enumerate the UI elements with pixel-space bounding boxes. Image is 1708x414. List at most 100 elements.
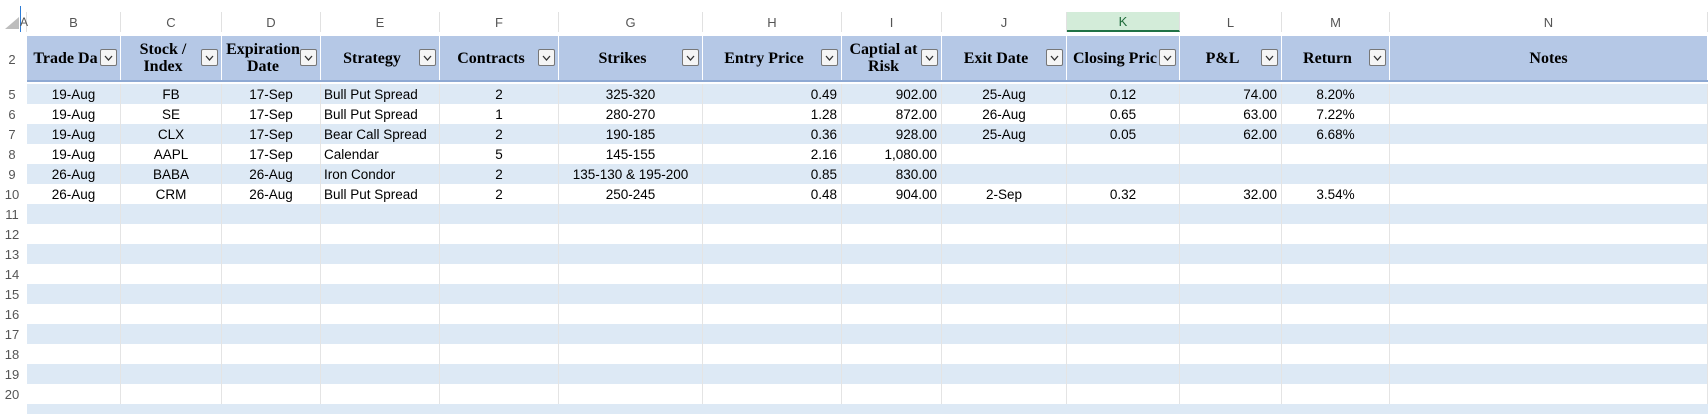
cell[interactable] (321, 384, 440, 404)
cell[interactable]: 19-Aug (27, 124, 121, 144)
cell[interactable] (703, 204, 842, 224)
cell[interactable] (1067, 164, 1180, 184)
cell[interactable] (1180, 344, 1282, 364)
cell[interactable] (440, 384, 559, 404)
cell[interactable] (440, 324, 559, 344)
cell[interactable]: 902.00 (842, 84, 942, 104)
cell[interactable]: 0.32 (1067, 184, 1180, 204)
cell[interactable] (1390, 164, 1708, 184)
cell[interactable]: AAPL (121, 144, 222, 164)
cell[interactable] (321, 324, 440, 344)
cell[interactable]: 63.00 (1180, 104, 1282, 124)
cell[interactable] (559, 364, 703, 384)
cell[interactable]: 25-Aug (942, 124, 1067, 144)
cell[interactable]: 280-270 (559, 104, 703, 124)
dropdown-filter-icon[interactable] (201, 49, 218, 66)
cell[interactable] (321, 364, 440, 384)
column-header-b[interactable]: B (27, 12, 121, 32)
cell[interactable]: SE (121, 104, 222, 124)
cell[interactable] (703, 284, 842, 304)
cell[interactable] (440, 224, 559, 244)
cell[interactable]: 928.00 (842, 124, 942, 144)
cell[interactable] (1390, 144, 1708, 164)
cell[interactable]: 250-245 (559, 184, 703, 204)
cell[interactable]: 190-185 (559, 124, 703, 144)
column-header-f[interactable]: F (440, 12, 559, 32)
header-cell-9[interactable]: Exit Date (942, 36, 1067, 80)
cell[interactable] (321, 204, 440, 224)
column-header-i[interactable]: I (842, 12, 942, 32)
column-header-m[interactable]: M (1282, 12, 1390, 32)
cell[interactable] (1180, 144, 1282, 164)
cell[interactable] (1180, 324, 1282, 344)
cell[interactable] (1390, 284, 1708, 304)
cell[interactable] (121, 224, 222, 244)
header-cell-6[interactable]: Strikes (559, 36, 703, 80)
cell[interactable]: 2 (440, 164, 559, 184)
cell[interactable]: Bull Put Spread (321, 84, 440, 104)
cell[interactable] (942, 164, 1067, 184)
cell[interactable]: 8.20% (1282, 84, 1390, 104)
row-number[interactable]: 19 (0, 364, 24, 384)
cell[interactable] (842, 284, 942, 304)
cell[interactable] (222, 244, 321, 264)
cell[interactable] (703, 224, 842, 244)
cell[interactable]: 325-320 (559, 84, 703, 104)
cell[interactable] (222, 264, 321, 284)
cell[interactable] (1390, 184, 1708, 204)
cell[interactable] (842, 264, 942, 284)
cell[interactable] (942, 364, 1067, 384)
header-cell-2[interactable]: Stock / Index (121, 36, 222, 80)
cell[interactable] (1067, 344, 1180, 364)
cell[interactable] (440, 304, 559, 324)
cell[interactable] (559, 244, 703, 264)
cell[interactable] (1067, 244, 1180, 264)
cell[interactable]: 7.22% (1282, 104, 1390, 124)
cell[interactable]: 3.54% (1282, 184, 1390, 204)
cell[interactable]: Bull Put Spread (321, 184, 440, 204)
cell[interactable] (1180, 224, 1282, 244)
cell[interactable]: 17-Sep (222, 124, 321, 144)
column-header-d[interactable]: D (222, 12, 321, 32)
cell[interactable] (842, 244, 942, 264)
cell[interactable] (121, 284, 222, 304)
cell[interactable] (321, 244, 440, 264)
dropdown-filter-icon[interactable] (100, 49, 117, 66)
cell[interactable]: 17-Sep (222, 84, 321, 104)
cell[interactable] (559, 224, 703, 244)
cell[interactable] (842, 204, 942, 224)
cell[interactable] (842, 364, 942, 384)
cell[interactable] (1390, 84, 1708, 104)
cell[interactable] (222, 304, 321, 324)
cell[interactable] (27, 224, 121, 244)
cell[interactable] (321, 344, 440, 364)
cell[interactable] (842, 224, 942, 244)
header-cell-3[interactable]: Expiration Date (222, 36, 321, 80)
cell[interactable] (222, 224, 321, 244)
row-number[interactable]: 7 (0, 124, 24, 144)
cell[interactable]: 0.65 (1067, 104, 1180, 124)
cell[interactable] (1180, 264, 1282, 284)
cell[interactable]: 74.00 (1180, 84, 1282, 104)
cell[interactable] (842, 324, 942, 344)
row-number[interactable]: 16 (0, 304, 24, 324)
cell[interactable] (559, 324, 703, 344)
row-number[interactable]: 18 (0, 344, 24, 364)
cell[interactable]: Calendar (321, 144, 440, 164)
cell[interactable]: BABA (121, 164, 222, 184)
cell[interactable]: 26-Aug (27, 164, 121, 184)
dropdown-filter-icon[interactable] (1159, 49, 1176, 66)
cell[interactable] (121, 364, 222, 384)
cell[interactable]: 26-Aug (27, 184, 121, 204)
cell[interactable]: Bull Put Spread (321, 104, 440, 124)
row-number[interactable]: 13 (0, 244, 24, 264)
cell[interactable] (942, 204, 1067, 224)
cell[interactable] (1067, 364, 1180, 384)
row-number[interactable]: 15 (0, 284, 24, 304)
cell[interactable] (440, 204, 559, 224)
cell[interactable]: 17-Sep (222, 144, 321, 164)
cell[interactable] (559, 384, 703, 404)
cell[interactable]: 26-Aug (222, 164, 321, 184)
cell[interactable] (440, 244, 559, 264)
cell[interactable] (703, 324, 842, 344)
